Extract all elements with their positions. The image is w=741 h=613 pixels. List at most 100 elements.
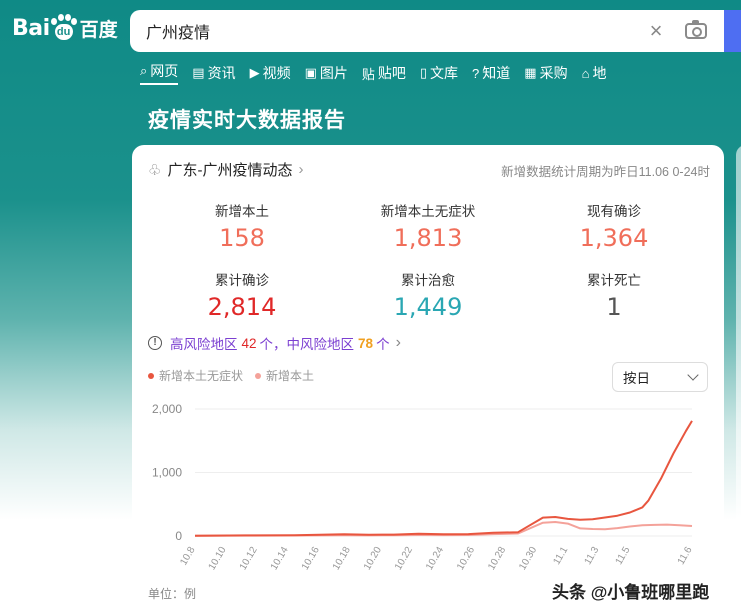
tab-label: 贴吧 (377, 65, 406, 81)
high-risk-label: 高风险地区 (170, 337, 238, 352)
stat-new-asymptomatic: 新增本土无症状 1,813 (343, 200, 513, 252)
card-header[interactable]: ♧ 广东-广州疫情动态 › (148, 159, 303, 180)
stat-value: 1 (606, 293, 622, 321)
tab-label: 文库 (430, 65, 459, 81)
stat-value: 1,449 (393, 293, 463, 321)
x-tick-label: 11.6 (676, 545, 695, 567)
x-tick-label: 11.5 (614, 545, 633, 567)
x-tick-label: 10.30 (517, 545, 539, 573)
mid-risk-label: 中风险地区 (286, 337, 355, 352)
tab-label: 地 (592, 65, 607, 81)
tab-3[interactable]: ▣ 图片 (305, 63, 348, 83)
x-tick-label: 10.8 (178, 545, 197, 568)
tab-7[interactable]: ▦ 采购 (524, 63, 567, 83)
x-tick-label: 10.20 (362, 545, 384, 573)
tab-0[interactable]: ⌕ 网页 (140, 61, 179, 85)
x-tick-label: 10.28 (486, 545, 508, 573)
y-tick-label: 1,000 (152, 466, 182, 480)
tab-label: 资讯 (207, 65, 236, 81)
chevron-right-icon: › (395, 334, 401, 351)
search-button[interactable] (724, 10, 741, 52)
tab-5[interactable]: ▯ 文库 (420, 63, 458, 83)
stat-total-confirmed: 累计确诊 2,814 (157, 269, 327, 321)
chevron-right-icon[interactable]: › (298, 161, 303, 178)
baidu-logo[interactable]: Bai du 百度 (12, 14, 118, 42)
stat-value: 2,814 (207, 293, 277, 321)
mid-risk-unit: 个 (376, 337, 390, 352)
tab-label: 网页 (150, 63, 179, 79)
legend-item[interactable]: 新增本土 (255, 367, 314, 384)
tab-2[interactable]: ▶ 视频 (250, 63, 291, 83)
x-tick-label: 10.26 (455, 545, 477, 573)
high-risk-count: 42 (241, 335, 257, 351)
search-input[interactable]: 广州疫情 × (130, 10, 725, 52)
y-tick-label: 0 (175, 529, 182, 543)
legend-item[interactable]: 新增本土无症状 (148, 367, 243, 384)
search-query[interactable]: 广州疫情 (146, 19, 641, 43)
legend-label: 新增本土 (266, 369, 315, 383)
period-select[interactable]: 按日 (612, 362, 708, 392)
stat-new-local: 新增本土 158 (157, 200, 327, 252)
x-tick-label: 10.18 (331, 545, 353, 573)
next-card-peek[interactable] (736, 145, 741, 613)
question-icon: ? (472, 65, 480, 81)
lungs-icon: ♧ (148, 161, 162, 179)
tab-label: 知道 (482, 65, 511, 81)
tab-4[interactable]: 贴贴吧 (362, 63, 406, 83)
map-icon: ⌂ (581, 65, 590, 81)
period-select-value: 按日 (623, 371, 650, 386)
tab-8[interactable]: ⌂ 地 (582, 63, 607, 83)
stat-total-cured: 累计治愈 1,449 (343, 269, 513, 321)
cart-icon: ▦ (524, 65, 537, 80)
trend-chart: 2,000 1,000 0 10.8 10.10 10.12 10.14 10.16 10.18… (152, 402, 695, 573)
x-tick-label: 10.16 (300, 545, 322, 573)
y-tick-label: 2,000 (152, 402, 182, 416)
top-bar: Bai du 百度 广州疫情 × (0, 0, 741, 60)
chevron-down-icon (687, 369, 699, 381)
tab-label: 视频 (262, 65, 291, 81)
card-title[interactable]: 广东-广州疫情动态 (167, 159, 292, 180)
page-title: 疫情实时大数据报告 (148, 109, 346, 132)
close-icon[interactable]: × (641, 18, 671, 44)
x-tick-label: 10.14 (269, 545, 291, 573)
x-tick-label: 11.3 (583, 545, 602, 567)
x-tick-label: 10.24 (424, 545, 446, 573)
legend-label: 新增本土无症状 (159, 369, 244, 383)
search-tabs: ⌕ 网页 ▤ 资讯 ▶ 视频 ▣ 图片贴贴吧 ▯ 文库? 知道 ▦ 采购 ⌂ 地 (140, 61, 620, 85)
x-tick-label: 11.1 (551, 545, 570, 567)
watermark-text: 头条 @小鲁班哪里跑 (552, 583, 710, 602)
x-tick-label: 10.22 (393, 545, 415, 573)
doc-icon: ▯ (419, 65, 428, 80)
tab-label: 采购 (539, 65, 568, 81)
stat-value: 1,364 (579, 224, 649, 252)
unit-label: 单位：例 (148, 587, 197, 601)
image-icon: ▣ (304, 65, 317, 80)
stat-label: 现有确诊 (587, 204, 641, 219)
logo-text-cn: 百度 (79, 19, 118, 41)
chart-legend: 新增本土无症状 新增本土 (148, 367, 326, 384)
tab-6[interactable]: ? 知道 (472, 63, 510, 83)
stat-label: 累计确诊 (215, 273, 269, 288)
risk-area-link[interactable]: ! 高风险地区 42 个， 中风险地区 78 个 › (148, 333, 401, 353)
stat-label: 累计治愈 (401, 273, 455, 288)
stat-label: 新增本土 (215, 204, 269, 219)
search-icon: ⌕ (140, 63, 148, 78)
legend-dot (148, 372, 154, 379)
tab-1[interactable]: ▤ 资讯 (192, 63, 235, 83)
stat-period: 新增数据统计周期为昨日11.06 0-24时 (501, 165, 710, 179)
epidemic-card: ♧ 广东-广州疫情动态 › 新增数据统计周期为昨日11.06 0-24时 新增本… (132, 145, 724, 613)
high-risk-unit: 个， (259, 337, 287, 352)
stat-value: 158 (219, 224, 265, 252)
tieba-icon: 贴 (361, 66, 375, 82)
logo-text-du: du (54, 24, 73, 40)
camera-icon[interactable] (685, 20, 707, 39)
stat-current-confirmed: 现有确诊 1,364 (529, 200, 699, 252)
paw-icon: du (50, 14, 77, 42)
stat-label: 新增本土无症状 (380, 204, 476, 219)
stat-total-deaths: 累计死亡 1 (529, 269, 699, 321)
series-line-0 (194, 420, 693, 537)
video-icon: ▶ (249, 65, 260, 80)
legend-dot (255, 372, 262, 379)
stat-value: 1,813 (393, 224, 463, 252)
news-icon: ▤ (192, 65, 205, 80)
